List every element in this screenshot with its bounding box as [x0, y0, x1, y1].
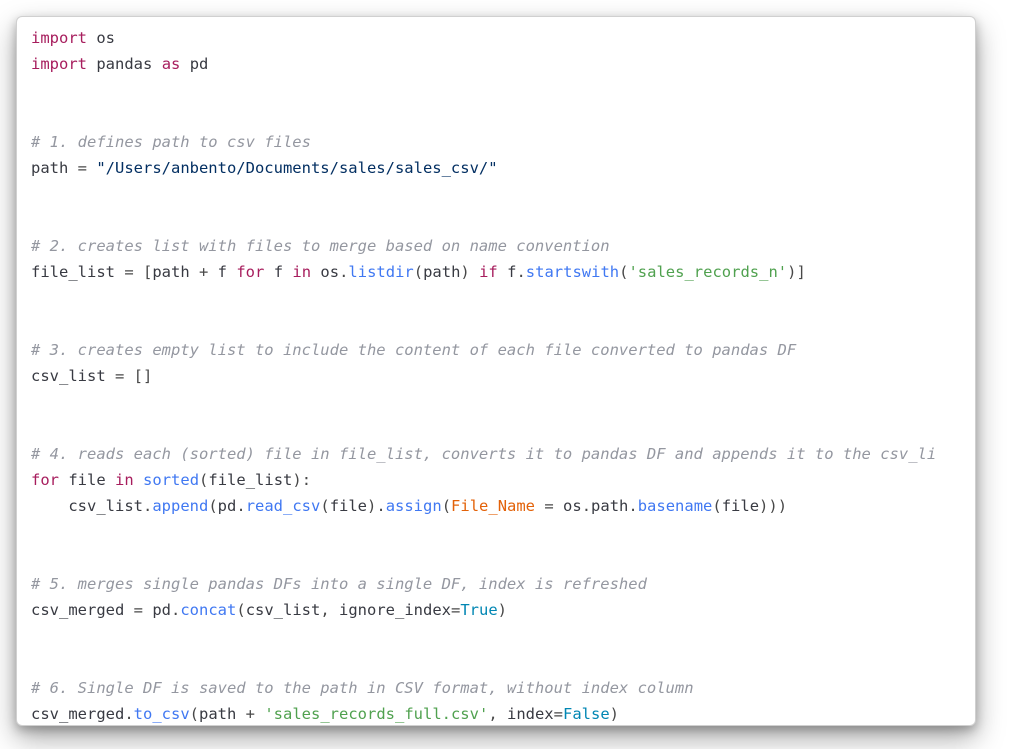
tok-outfile: 'sales_records_full.csv' [264, 705, 488, 723]
tok-path-var: path [31, 159, 68, 177]
tok-os: os [320, 263, 339, 281]
tok-path-str: "/Users/anbento/Documents/sales/sales_cs… [96, 159, 497, 177]
tok-paren: ). [367, 497, 386, 515]
tok-comma: , [488, 705, 507, 723]
tok-file: file [68, 471, 105, 489]
tok-in: in [115, 471, 134, 489]
tok-in: in [292, 263, 311, 281]
tok-pd: pd [190, 55, 209, 73]
tok-concat: concat [180, 601, 236, 619]
tok-eq: = [535, 497, 563, 515]
tok-paren: )] [787, 263, 806, 281]
tok-append: append [152, 497, 208, 515]
comment-2: # 2. creates list with files to merge ba… [31, 237, 610, 255]
tok-file: file [330, 497, 367, 515]
tok-os: os [563, 497, 582, 515]
tok-paren: ) [610, 705, 619, 723]
tok-eq: = [451, 601, 460, 619]
tok-dot: . [582, 497, 591, 515]
tok-eqbr: = [ [115, 263, 152, 281]
code-card: import os import pandas as pd # 1. defin… [16, 16, 976, 726]
tok-basename: basename [638, 497, 713, 515]
tok-for: for [31, 471, 59, 489]
tok-path: path [591, 497, 628, 515]
tok-plus: + [236, 705, 264, 723]
tok-dot: . [516, 263, 525, 281]
tok-path: path [152, 263, 189, 281]
tok-paren: ( [712, 497, 721, 515]
tok-paren: ( [236, 601, 245, 619]
comment-3: # 3. creates empty list to include the c… [31, 341, 796, 359]
indent [31, 497, 68, 515]
tok-false: False [563, 705, 610, 723]
tok-paren: ( [199, 471, 208, 489]
tok-if: if [479, 263, 498, 281]
tok-paren: ( [208, 497, 217, 515]
comment-4: # 4. reads each (sorted) file in file_li… [31, 445, 936, 463]
tok-import: import [31, 29, 87, 47]
tok-file: file [722, 497, 759, 515]
tok-sorted: sorted [143, 471, 199, 489]
comment-1: # 1. defines path to csv files [31, 133, 311, 151]
tok-csvmerged: csv_merged [31, 601, 124, 619]
tok-f: f [274, 263, 283, 281]
tok-indexkw: index [507, 705, 554, 723]
tok-f: f [218, 263, 227, 281]
tok-assign: assign [386, 497, 442, 515]
tok-csvlist: csv_list [68, 497, 143, 515]
tok-path: path [199, 705, 236, 723]
tok-csvlist: csv_list [246, 601, 321, 619]
tok-filelist: file_list [31, 263, 115, 281]
tok-paren: ))) [759, 497, 787, 515]
tok-os: os [96, 29, 115, 47]
tok-pd: pd [218, 497, 237, 515]
tok-paren: ( [320, 497, 329, 515]
comment-5: # 5. merges single pandas DFs into a sin… [31, 575, 647, 593]
tok-dot: . [143, 497, 152, 515]
tok-startswith: startswith [526, 263, 619, 281]
tok-csvmerged: csv_merged [31, 705, 124, 723]
tok-dot: . [236, 497, 245, 515]
tok-plus: + [190, 263, 218, 281]
tok-dot: . [124, 705, 133, 723]
tok-paren: ( [414, 263, 423, 281]
tok-paren: ( [442, 497, 451, 515]
tok-paren: ) [460, 263, 469, 281]
tok-comma: , [320, 601, 339, 619]
tok-filelist: file_list [208, 471, 292, 489]
tok-eq: = [68, 159, 96, 177]
tok-pd: pd [152, 601, 171, 619]
tok-true: True [460, 601, 497, 619]
tok-ignoreindex: ignore_index [339, 601, 451, 619]
tok-for: for [236, 263, 264, 281]
tok-filename-param: File_Name [451, 497, 535, 515]
tok-as: as [162, 55, 181, 73]
tok-readcsv: read_csv [246, 497, 321, 515]
tok-paren: ) [498, 601, 507, 619]
tok-path: path [423, 263, 460, 281]
code-block: import os import pandas as pd # 1. defin… [31, 25, 961, 726]
tok-paren: ( [190, 705, 199, 723]
tok-import: import [31, 55, 87, 73]
tok-eq: = [124, 601, 152, 619]
tok-csvlist: csv_list [31, 367, 106, 385]
tok-eq-empty: = [] [106, 367, 153, 385]
tok-tocsv: to_csv [134, 705, 190, 723]
tok-eq: = [554, 705, 563, 723]
tok-pandas: pandas [96, 55, 152, 73]
tok-dot: . [339, 263, 348, 281]
tok-dot: . [171, 601, 180, 619]
tok-paren: ): [292, 471, 311, 489]
tok-dot: . [628, 497, 637, 515]
tok-strlit: 'sales_records_n' [628, 263, 787, 281]
comment-6: # 6. Single DF is saved to the path in C… [31, 679, 694, 697]
tok-listdir: listdir [348, 263, 413, 281]
